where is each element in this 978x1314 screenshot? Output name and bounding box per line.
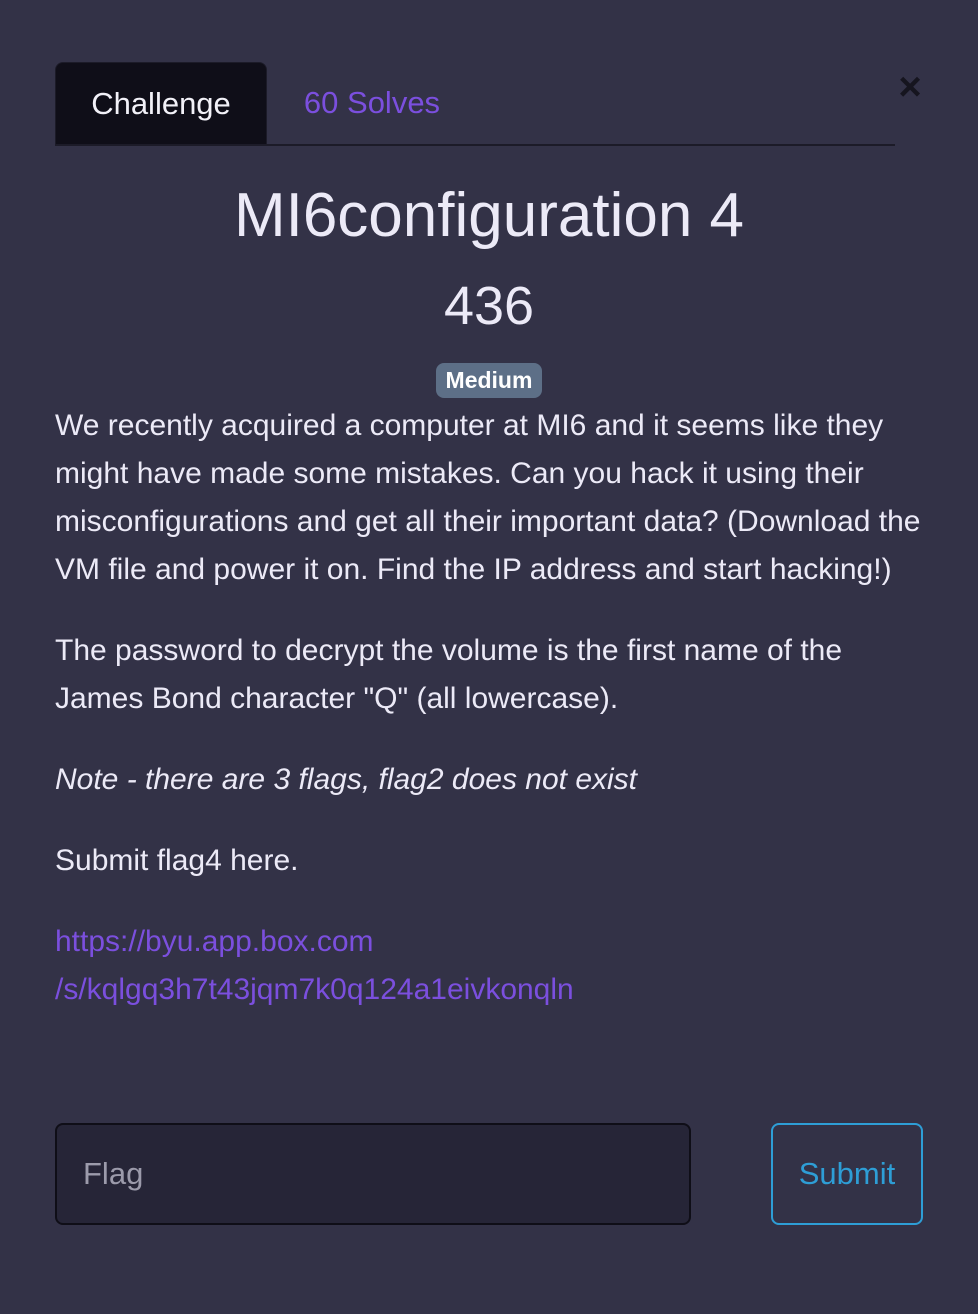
password-hint-paragraph: The password to decrypt the volume is th…: [55, 634, 843, 715]
description-paragraph: We recently acquired a computer at MI6 a…: [55, 409, 921, 586]
tab-solves[interactable]: 60 Solves: [267, 62, 477, 144]
challenge-description: We recently acquired a computer at MI6 a…: [55, 402, 925, 1047]
download-link-paragraph: https://byu.app.box.com/s/kqlgq3h7t43jqm…: [55, 918, 925, 1014]
tab-challenge[interactable]: Challenge: [55, 62, 267, 144]
flag-input[interactable]: [55, 1123, 691, 1225]
download-link-line2: /s/kqlgq3h7t43jqm7k0q124a1eivkonqln: [55, 973, 574, 1006]
challenge-title: MI6configuration 4: [233, 181, 745, 250]
submit-instruction: Submit flag4 here.: [55, 844, 299, 877]
download-link-line1: https://byu.app.box.com: [55, 925, 374, 958]
submit-button[interactable]: Submit: [771, 1123, 923, 1225]
flags-note: Note - there are 3 flags, flag2 does not…: [55, 763, 637, 796]
difficulty-badge-wrap: Medium: [0, 363, 978, 398]
tab-bar: Challenge 60 Solves: [55, 62, 895, 146]
challenge-modal: Challenge 60 Solves × MI6configuration 4…: [0, 0, 978, 1314]
close-icon[interactable]: ×: [890, 64, 930, 110]
download-link[interactable]: https://byu.app.box.com/s/kqlgq3h7t43jqm…: [55, 925, 574, 1006]
difficulty-badge: Medium: [435, 363, 543, 398]
challenge-points: 436: [443, 276, 535, 336]
